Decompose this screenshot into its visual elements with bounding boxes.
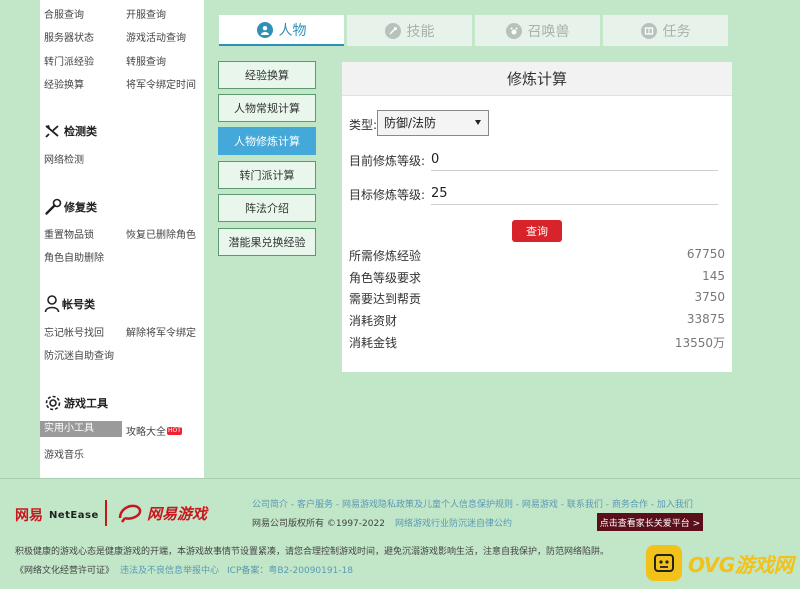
footer-links[interactable]: 公司简介 - 客户服务 - 网易游戏隐私政策及儿童个人信息保护规则 - 网易游戏… — [252, 497, 693, 510]
tab-quests[interactable]: 任务 — [603, 15, 728, 46]
sidebar-link[interactable]: 网络检测 — [44, 151, 84, 166]
sub-button-cultivation-calc[interactable]: 人物修炼计算 — [218, 127, 316, 155]
type-select[interactable]: 防御/法防 — [377, 110, 489, 136]
copyright-text: 网易公司版权所有 ©1997-2022 — [252, 519, 385, 529]
type-label: 类型: — [349, 118, 378, 132]
parent-care-button[interactable]: 点击查看家长关爱平台 > — [597, 513, 703, 531]
wrench-crossed-icon — [44, 123, 62, 139]
current-level-label: 目前修炼等级: — [349, 154, 426, 168]
current-level-input[interactable]: 0 — [431, 149, 718, 171]
book-icon — [640, 22, 657, 39]
sidebar-link[interactable]: 转服查询 — [126, 53, 166, 68]
gear-icon — [44, 394, 62, 412]
target-level-input[interactable]: 25 — [431, 183, 718, 205]
tab-pets[interactable]: 召唤兽 — [475, 15, 600, 46]
result-row: 需要达到帮贡 3750 — [349, 290, 725, 306]
sub-button-character-calc[interactable]: 人物常规计算 — [218, 94, 316, 122]
result-row: 所需修炼经验 67750 — [349, 247, 725, 263]
self-discipline-link[interactable]: 网络游戏行业防沉迷自律公约 — [395, 516, 512, 529]
sub-button-school-transfer[interactable]: 转门派计算 — [218, 161, 316, 189]
sidebar-link[interactable]: 游戏音乐 — [44, 446, 84, 461]
netease-logo: 网易 NetEase — [15, 508, 99, 524]
section-title-detect: 检测类 — [44, 123, 97, 139]
panel-title: 修炼计算 — [342, 62, 732, 96]
section-title-repair: 修复类 — [44, 198, 97, 216]
sub-button-exp-convert[interactable]: 经验换算 — [218, 61, 316, 89]
section-title-tools: 游戏工具 — [44, 394, 108, 412]
hot-badge: HOT — [167, 427, 182, 435]
sidebar-link[interactable]: 将军令绑定时间 — [126, 76, 196, 91]
sidebar-link[interactable]: 服务器状态 — [44, 29, 94, 44]
pet-icon — [505, 22, 522, 39]
result-row: 消耗资财 33875 — [349, 312, 725, 328]
user-icon — [44, 295, 60, 313]
wrench-icon — [44, 198, 62, 216]
license-text: 《网络文化经营许可证》 — [15, 566, 115, 576]
health-notice: 积极健康的游戏心态是健康游戏的开端，本游戏故事情节设置紧凑，请您合理控制游戏时间… — [15, 547, 610, 557]
sidebar-link-active[interactable]: 实用小工具 — [40, 421, 122, 437]
sidebar-link[interactable]: 游戏活动查询 — [126, 29, 186, 44]
tab-character[interactable]: 人物 — [219, 15, 344, 46]
sidebar-link[interactable]: 防沉迷自助查询 — [44, 347, 114, 362]
netease-games-logo: 网易游戏 — [117, 500, 207, 527]
sidebar-link[interactable]: 角色自助删除 — [44, 249, 104, 264]
section-title-account: 帐号类 — [44, 295, 95, 313]
sub-button-formation[interactable]: 阵法介绍 — [218, 194, 316, 222]
query-button[interactable]: 查询 — [512, 220, 562, 242]
icp-link[interactable]: ICP备案：粤B2-20090191-18 — [227, 563, 353, 576]
target-level-label: 目标修炼等级: — [349, 188, 426, 202]
watermark: OVG游戏网 — [646, 543, 796, 583]
sidebar-link[interactable]: 解除将军令绑定 — [126, 324, 196, 339]
sidebar-link[interactable]: 转门派经验 — [44, 53, 94, 68]
sidebar-link[interactable]: 重置物品锁 — [44, 226, 94, 241]
sidebar: 合服查询 开服查询 服务器状态 游戏活动查询 转门派经验 转服查询 经验换算 将… — [40, 0, 204, 478]
skill-icon — [384, 22, 401, 39]
logo-divider — [105, 500, 107, 526]
sub-button-potential-fruit[interactable]: 潜能果兑换经验 — [218, 228, 316, 256]
result-row: 角色等级要求 145 — [349, 269, 725, 285]
person-icon — [256, 21, 273, 38]
sidebar-link[interactable]: 开服查询 — [126, 6, 166, 21]
sidebar-link[interactable]: 忘记帐号找回 — [44, 324, 104, 339]
result-row: 消耗金钱 13550万 — [349, 336, 725, 350]
gamepad-icon — [646, 545, 682, 581]
sidebar-link[interactable]: 攻略大全 HOT — [126, 423, 182, 438]
sidebar-link[interactable]: 合服查询 — [44, 6, 84, 21]
netease-games-emblem-icon — [117, 500, 143, 527]
sidebar-link[interactable]: 恢复已删除角色 — [126, 226, 196, 241]
tab-skills[interactable]: 技能 — [347, 15, 472, 46]
sidebar-link[interactable]: 经验换算 — [44, 76, 84, 91]
calculator-panel: 修炼计算 类型: 防御/法防 目前修炼等级: 0 目标修炼等级: 25 查询 所… — [342, 62, 732, 372]
footer-divider — [0, 478, 800, 479]
report-center-link[interactable]: 违法及不良信息举报中心 — [120, 563, 219, 576]
